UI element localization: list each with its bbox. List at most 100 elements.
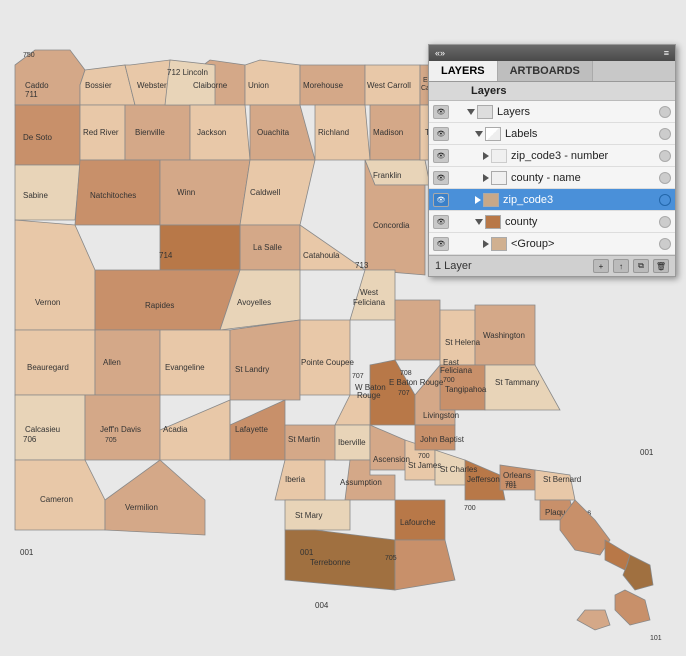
eye-btn-group[interactable]: 👁 <box>433 237 449 251</box>
expand-triangle-layers[interactable] <box>467 109 475 115</box>
svg-text:Vernon: Vernon <box>35 298 60 307</box>
layer-row-group[interactable]: 👁 <Group> <box>429 233 675 255</box>
svg-text:Morehouse: Morehouse <box>303 81 344 90</box>
layer-name-zip-code3: zip_code3 <box>501 194 657 206</box>
circle-btn-county[interactable] <box>659 216 671 228</box>
eye-btn-layers[interactable]: 👁 <box>433 105 449 119</box>
svg-text:Sabine: Sabine <box>23 191 48 200</box>
svg-text:Orleans: Orleans <box>503 471 531 480</box>
new-layer-icon[interactable]: + <box>593 259 609 273</box>
eye-btn-labels[interactable]: 👁 <box>433 127 449 141</box>
layer-row-county[interactable]: 👁 county <box>429 211 675 233</box>
svg-text:700: 700 <box>418 453 430 460</box>
svg-text:West: West <box>360 288 379 297</box>
circle-btn-county-name[interactable] <box>659 172 671 184</box>
svg-text:Avoyelles: Avoyelles <box>237 298 271 307</box>
svg-text:750: 750 <box>23 52 35 59</box>
svg-text:Claiborne: Claiborne <box>193 81 228 90</box>
panel-title-left: «» <box>435 48 445 58</box>
circle-btn-zip-code3-number[interactable] <box>659 150 671 162</box>
copy-layer-icon[interactable]: ⧉ <box>633 259 649 273</box>
svg-text:St Martin: St Martin <box>288 435 320 444</box>
eye-btn-county-name[interactable]: 👁 <box>433 171 449 185</box>
svg-text:001: 001 <box>20 548 34 557</box>
vis-box-group <box>451 237 465 251</box>
svg-text:De Soto: De Soto <box>23 133 52 142</box>
svg-text:E Baton Rouge: E Baton Rouge <box>389 378 444 387</box>
tab-layers[interactable]: LAYERS <box>429 61 498 81</box>
svg-text:701: 701 <box>505 483 517 490</box>
layer-name-labels: Labels <box>503 128 657 140</box>
layer-thumb-labels <box>485 127 501 141</box>
svg-text:Jackson: Jackson <box>197 128 226 137</box>
eye-btn-county[interactable]: 👁 <box>433 215 449 229</box>
tab-artboards[interactable]: ARTBOARDS <box>498 61 593 81</box>
svg-text:Red River: Red River <box>83 128 119 137</box>
expand-triangle-county[interactable] <box>475 219 483 225</box>
layer-thumb-group <box>491 237 507 251</box>
layer-row-labels[interactable]: 👁 Labels <box>429 123 675 145</box>
svg-text:Livingston: Livingston <box>423 411 459 420</box>
svg-text:Washington: Washington <box>483 331 525 340</box>
circle-btn-labels[interactable] <box>659 128 671 140</box>
svg-text:001: 001 <box>640 448 654 457</box>
layer-row-county-name[interactable]: 👁 county - name <box>429 167 675 189</box>
svg-text:705: 705 <box>385 555 397 562</box>
delete-layer-icon[interactable]: 🗑 <box>653 259 669 273</box>
svg-text:001: 001 <box>300 548 314 557</box>
vis-box-county <box>451 215 465 229</box>
svg-text:Natchitoches: Natchitoches <box>90 191 136 200</box>
expand-triangle-zip-code3[interactable] <box>475 196 481 204</box>
circle-btn-group[interactable] <box>659 238 671 250</box>
svg-text:West Carroll: West Carroll <box>367 81 411 90</box>
svg-text:Rapides: Rapides <box>145 301 174 310</box>
svg-text:706: 706 <box>23 435 37 444</box>
panel-menu-icon[interactable]: ≡ <box>664 48 669 58</box>
svg-text:004: 004 <box>315 601 329 610</box>
expand-triangle-county-name[interactable] <box>483 174 489 182</box>
layer-row-zip-code3[interactable]: 👁 zip_code3 <box>429 189 675 211</box>
svg-text:Jefferson: Jefferson <box>467 475 500 484</box>
svg-text:Franklin: Franklin <box>373 171 401 180</box>
expand-triangle-zip-code3-number[interactable] <box>483 152 489 160</box>
circle-btn-layers[interactable] <box>659 106 671 118</box>
footer-icons: + ↑ ⧉ 🗑 <box>593 259 669 273</box>
eye-btn-zip-code3-number[interactable]: 👁 <box>433 149 449 163</box>
svg-text:Union: Union <box>248 81 269 90</box>
svg-text:Caddo: Caddo <box>25 81 49 90</box>
svg-text:Pointe Coupee: Pointe Coupee <box>301 358 354 367</box>
svg-text:St Tammany: St Tammany <box>495 378 539 387</box>
svg-text:700: 700 <box>464 505 476 512</box>
svg-text:705: 705 <box>105 437 117 444</box>
panel-tabs: LAYERS ARTBOARDS <box>429 61 675 82</box>
panel-footer: 1 Layer + ↑ ⧉ 🗑 <box>429 255 675 276</box>
layer-row-layers[interactable]: 👁 Layers <box>429 101 675 123</box>
svg-text:St James: St James <box>408 461 441 470</box>
layer-thumb-zip-code3 <box>483 193 499 207</box>
move-layer-icon[interactable]: ↑ <box>613 259 629 273</box>
panel-titlebar: «» ≡ <box>429 45 675 61</box>
eye-btn-zip-code3[interactable]: 👁 <box>433 193 449 207</box>
svg-text:Beauregard: Beauregard <box>27 363 69 372</box>
svg-text:Bossier: Bossier <box>85 81 112 90</box>
svg-text:Lafayette: Lafayette <box>235 425 268 434</box>
svg-text:Concordia: Concordia <box>373 221 410 230</box>
panel-collapse-arrows[interactable]: «» <box>435 48 445 58</box>
expand-triangle-group[interactable] <box>483 240 489 248</box>
circle-btn-zip-code3[interactable] <box>659 194 671 206</box>
svg-text:700: 700 <box>443 377 455 384</box>
svg-text:707: 707 <box>398 390 410 397</box>
svg-text:Vermilion: Vermilion <box>125 503 158 512</box>
layer-name-county: county <box>503 216 657 228</box>
svg-text:Feliciana: Feliciana <box>440 366 473 375</box>
svg-text:Jeff'n Davis: Jeff'n Davis <box>100 425 141 434</box>
layer-thumb-layers <box>477 105 493 119</box>
svg-text:Lafourche: Lafourche <box>400 518 436 527</box>
expand-triangle-labels[interactable] <box>475 131 483 137</box>
layers-panel: «» ≡ LAYERS ARTBOARDS Layers 👁 Layers 👁 <box>428 44 676 277</box>
layer-row-zip-code3-number[interactable]: 👁 zip_code3 - number <box>429 145 675 167</box>
svg-text:St Helena: St Helena <box>445 338 481 347</box>
svg-text:711: 711 <box>25 90 38 99</box>
svg-text:Assumption: Assumption <box>340 478 382 487</box>
header-layers-label: Layers <box>467 85 657 97</box>
